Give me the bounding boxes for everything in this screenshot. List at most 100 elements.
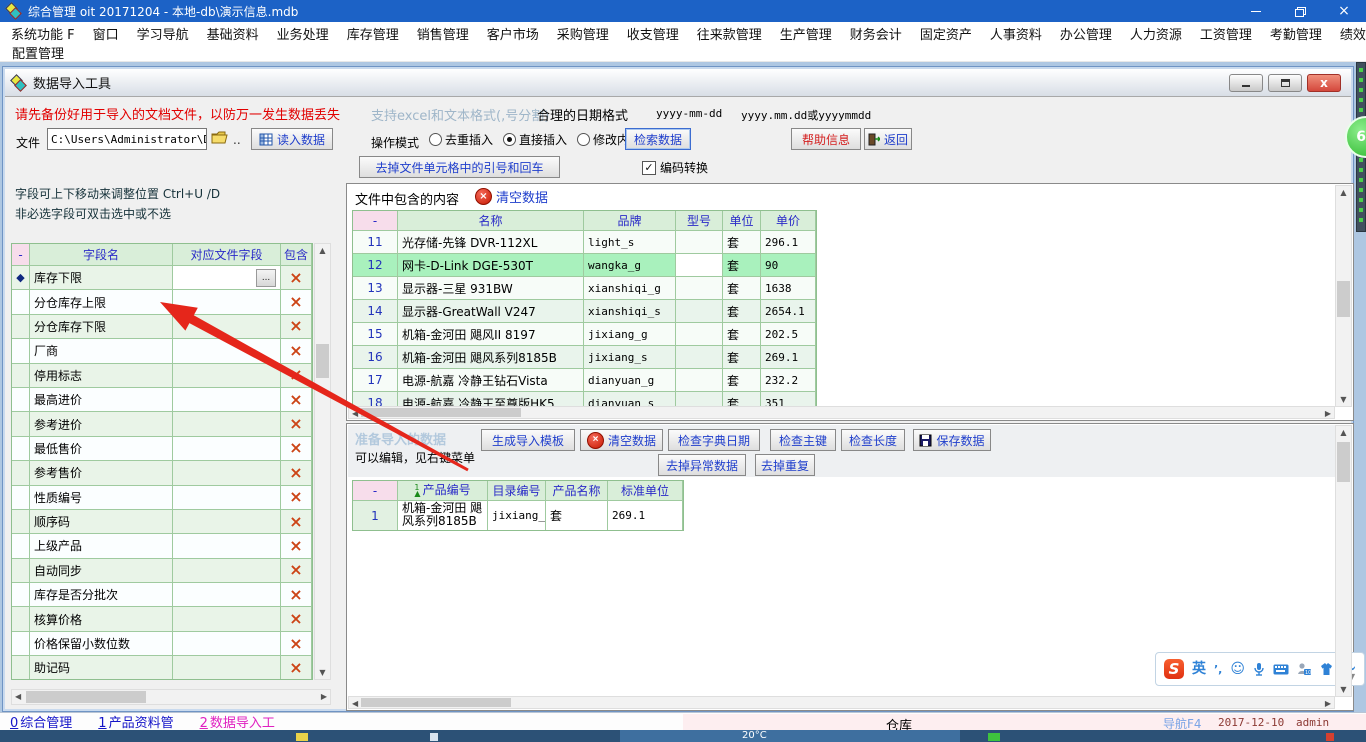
- cell-brand[interactable]: dianyuan_s: [584, 392, 676, 407]
- cell-name[interactable]: 显示器-三星 931BW: [398, 277, 584, 300]
- content-row[interactable]: 18 电源-航嘉 冷静王至尊版HK5 dianyuan_s 套 351: [353, 392, 816, 407]
- scroll-thumb[interactable]: [1337, 281, 1350, 317]
- field-name-cell[interactable]: 最高进价: [30, 388, 173, 412]
- content-row[interactable]: 11 光存储-先锋 DVR-112XL light_s 套 296.1: [353, 231, 816, 254]
- menu-item[interactable]: 系统功能 F: [2, 24, 84, 43]
- taskbar-icon[interactable]: [988, 733, 1000, 741]
- exclude-x-icon[interactable]: ×: [289, 416, 302, 432]
- include-cell[interactable]: ×: [281, 656, 312, 680]
- cell-standard-unit[interactable]: 269.1: [608, 501, 683, 531]
- scroll-left-icon[interactable]: ◀: [15, 692, 21, 701]
- file-field-cell[interactable]: ...: [173, 559, 281, 583]
- field-row[interactable]: ◆ 厂商 ... ×: [12, 339, 312, 363]
- file-field-cell[interactable]: ...: [173, 607, 281, 631]
- cell-brand[interactable]: xianshiqi_s: [584, 300, 676, 323]
- cell-unit[interactable]: 套: [723, 323, 761, 346]
- cell-unit[interactable]: 套: [723, 277, 761, 300]
- include-cell[interactable]: ×: [281, 266, 312, 290]
- check-primary-key-button[interactable]: 检查主键: [770, 429, 836, 451]
- skin-shirt-icon[interactable]: [1319, 662, 1334, 676]
- dialog-minimize-button[interactable]: [1229, 74, 1263, 92]
- scroll-right-icon[interactable]: ▶: [321, 692, 327, 701]
- exclude-x-icon[interactable]: ×: [289, 489, 302, 505]
- cell-model[interactable]: [676, 392, 723, 407]
- cell-price[interactable]: 90: [761, 254, 816, 277]
- field-name-cell[interactable]: 停用标志: [30, 364, 173, 388]
- remove-abnormal-button[interactable]: 去掉异常数据: [658, 454, 746, 476]
- window-tab[interactable]: 1产品资料管: [98, 712, 173, 731]
- remove-duplicate-button[interactable]: 去掉重复: [755, 454, 815, 476]
- cell-unit[interactable]: 套: [723, 300, 761, 323]
- menu-item[interactable]: 生产管理: [771, 24, 841, 43]
- file-field-cell[interactable]: ...: [173, 632, 281, 656]
- content-row[interactable]: 13 显示器-三星 931BW xianshiqi_g 套 1638: [353, 277, 816, 300]
- menu-item[interactable]: 学习导航: [128, 24, 198, 43]
- file-field-cell[interactable]: ...: [173, 656, 281, 680]
- exclude-x-icon[interactable]: ×: [289, 465, 302, 481]
- include-cell[interactable]: ×: [281, 437, 312, 461]
- scroll-left-icon[interactable]: ◀: [352, 699, 358, 708]
- file-field-cell[interactable]: ...: [173, 388, 281, 412]
- cell-unit[interactable]: 套: [723, 392, 761, 407]
- scroll-thumb[interactable]: [361, 408, 521, 417]
- exclude-x-icon[interactable]: ×: [289, 392, 302, 408]
- field-name-cell[interactable]: 自动同步: [30, 559, 173, 583]
- cell-name[interactable]: 电源-航嘉 冷静王钻石Vista: [398, 369, 584, 392]
- cell-model[interactable]: [676, 300, 723, 323]
- taskbar-icon[interactable]: [1326, 733, 1334, 741]
- cell-name[interactable]: 网卡-D-Link DGE-530T: [398, 254, 584, 277]
- field-row[interactable]: ◆ 库存下限 ... ×: [12, 266, 312, 290]
- field-row[interactable]: ◆ 库存是否分批次 ... ×: [12, 583, 312, 607]
- field-table-vscrollbar[interactable]: ▲ ▼: [314, 243, 331, 680]
- field-name-cell[interactable]: 最低售价: [30, 437, 173, 461]
- scroll-down-icon[interactable]: ▼: [1336, 395, 1351, 404]
- clear-import-data-button[interactable]: × 清空数据: [580, 429, 663, 451]
- include-cell[interactable]: ×: [281, 412, 312, 436]
- menu-item[interactable]: 财务会计: [841, 24, 911, 43]
- cell-price[interactable]: 2654.1: [761, 300, 816, 323]
- include-cell[interactable]: ×: [281, 559, 312, 583]
- cell-price[interactable]: 296.1: [761, 231, 816, 254]
- menu-item[interactable]: 基础资料: [198, 24, 268, 43]
- cell-price[interactable]: 1638: [761, 277, 816, 300]
- read-data-button[interactable]: 读入数据: [251, 128, 333, 150]
- menu-item[interactable]: 绩效考核: [1331, 24, 1366, 43]
- field-row[interactable]: ◆ 价格保留小数位数 ... ×: [12, 632, 312, 656]
- cell-name[interactable]: 机箱-金河田 飓风系列8185B: [398, 346, 584, 369]
- scroll-thumb[interactable]: [316, 344, 329, 378]
- dialog-close-button[interactable]: x: [1307, 74, 1341, 92]
- generate-template-button[interactable]: 生成导入模板: [481, 429, 575, 451]
- scroll-right-icon[interactable]: ▶: [1325, 699, 1331, 708]
- content-row[interactable]: 16 机箱-金河田 飓风系列8185B jixiang_s 套 269.1: [353, 346, 816, 369]
- field-row[interactable]: ◆ 最高进价 ... ×: [12, 388, 312, 412]
- taskbar-icon[interactable]: [430, 733, 438, 741]
- cell-model[interactable]: [676, 231, 723, 254]
- scroll-thumb[interactable]: [1337, 442, 1350, 482]
- field-row[interactable]: ◆ 停用标志 ... ×: [12, 364, 312, 388]
- field-row[interactable]: ◆ 助记码 ... ×: [12, 656, 312, 680]
- cell-model[interactable]: [676, 254, 723, 277]
- file-field-cell[interactable]: ...: [173, 510, 281, 534]
- include-cell[interactable]: ×: [281, 632, 312, 656]
- include-cell[interactable]: ×: [281, 364, 312, 388]
- exclude-x-icon[interactable]: ×: [289, 294, 302, 310]
- menu-item[interactable]: 往来款管理: [688, 24, 771, 43]
- pick-file-field-button[interactable]: ...: [256, 269, 276, 287]
- include-cell[interactable]: ×: [281, 339, 312, 363]
- field-name-cell[interactable]: 参考售价: [30, 461, 173, 485]
- include-cell[interactable]: ×: [281, 388, 312, 412]
- field-table-hscrollbar[interactable]: ◀ ▶: [11, 689, 331, 705]
- field-name-cell[interactable]: 库存是否分批次: [30, 583, 173, 607]
- cell-unit[interactable]: 套: [723, 346, 761, 369]
- content-hscrollbar[interactable]: ◀ ▶: [348, 406, 1335, 419]
- include-cell[interactable]: ×: [281, 315, 312, 339]
- file-field-cell[interactable]: ...: [173, 583, 281, 607]
- cell-brand[interactable]: dianyuan_g: [584, 369, 676, 392]
- field-name-cell[interactable]: 上级产品: [30, 534, 173, 558]
- cell-brand[interactable]: jixiang_g: [584, 323, 676, 346]
- field-row[interactable]: ◆ 性质编号 ... ×: [12, 486, 312, 510]
- browse-folder-button[interactable]: [211, 130, 229, 148]
- cell-model[interactable]: [676, 323, 723, 346]
- cell-model[interactable]: [676, 277, 723, 300]
- cell-price[interactable]: 232.2: [761, 369, 816, 392]
